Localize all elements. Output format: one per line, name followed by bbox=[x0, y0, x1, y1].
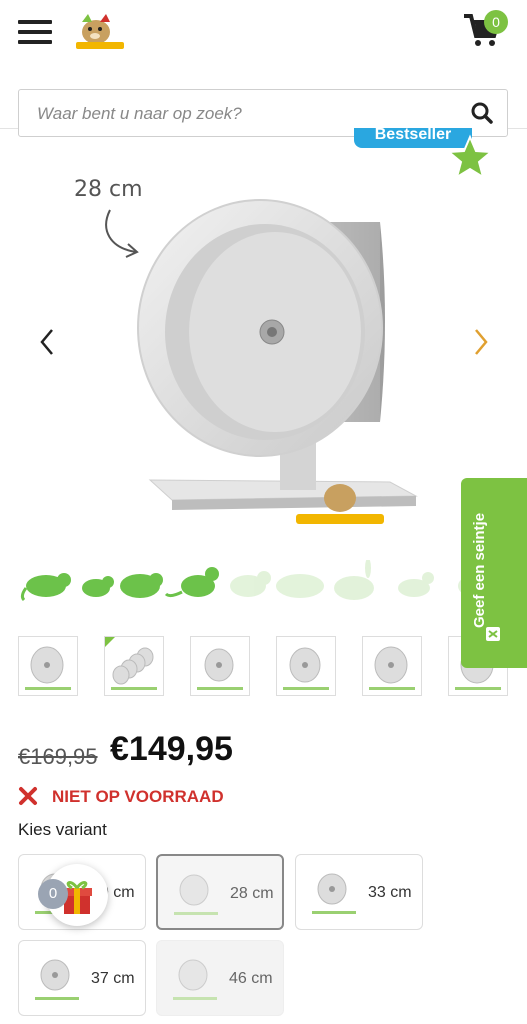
feedback-tab[interactable]: Geef een seintje bbox=[461, 478, 527, 668]
thumbnail[interactable] bbox=[362, 636, 422, 696]
feedback-icon bbox=[486, 627, 500, 641]
variant-option[interactable]: 33 cm bbox=[295, 854, 423, 930]
close-icon bbox=[19, 787, 37, 805]
variant-option[interactable]: 46 cm bbox=[156, 940, 284, 1016]
product-image: 28 cm bbox=[74, 177, 418, 524]
gerbil-icon bbox=[398, 572, 434, 597]
variant-image bbox=[173, 959, 217, 1000]
divider bbox=[508, 128, 527, 129]
thumbnail-strip bbox=[18, 636, 527, 698]
variant-option[interactable]: 28 cm bbox=[156, 854, 284, 930]
degu-icon bbox=[164, 567, 219, 598]
thumbnail[interactable] bbox=[190, 636, 250, 696]
variant-label: 46 cm bbox=[229, 970, 273, 987]
thumbnail[interactable] bbox=[276, 636, 336, 696]
original-price: €169,95 bbox=[18, 744, 98, 769]
thumbnail[interactable] bbox=[104, 636, 164, 696]
dimension-label: 28 cm bbox=[74, 177, 143, 202]
search-icon[interactable] bbox=[471, 102, 493, 124]
cart-count-badge: 0 bbox=[484, 10, 508, 34]
divider bbox=[0, 128, 18, 129]
rat-icon bbox=[20, 573, 71, 602]
variant-image bbox=[312, 873, 356, 914]
feedback-label: Geef een seintje bbox=[471, 512, 488, 628]
sale-price: €149,95 bbox=[110, 730, 233, 768]
hamster-icon bbox=[120, 573, 163, 598]
variant-image bbox=[35, 959, 79, 1000]
variant-label: 33 cm bbox=[368, 884, 412, 901]
next-image-arrow-icon[interactable] bbox=[468, 326, 492, 358]
logo[interactable] bbox=[72, 10, 128, 52]
thumbnail[interactable] bbox=[18, 636, 78, 696]
guinea-pig-icon bbox=[276, 574, 324, 598]
gift-count-badge: 0 bbox=[38, 879, 68, 909]
variant-label: 37 cm bbox=[91, 970, 135, 987]
header: 0 bbox=[0, 0, 527, 70]
animal-suitability-icons bbox=[20, 560, 486, 602]
stock-status-text: NIET OP VOORRAAD bbox=[52, 787, 224, 806]
variant-heading: Kies variant bbox=[18, 820, 107, 839]
variant-image bbox=[174, 874, 218, 915]
menu-icon[interactable] bbox=[18, 20, 52, 44]
variant-option[interactable]: 37 cm bbox=[18, 940, 146, 1016]
variant-label: 28 cm bbox=[230, 885, 274, 902]
rabbit-icon bbox=[334, 560, 374, 600]
chinchilla-icon bbox=[230, 571, 271, 597]
mouse-icon bbox=[82, 576, 114, 597]
previous-image-arrow-icon[interactable] bbox=[36, 326, 60, 358]
